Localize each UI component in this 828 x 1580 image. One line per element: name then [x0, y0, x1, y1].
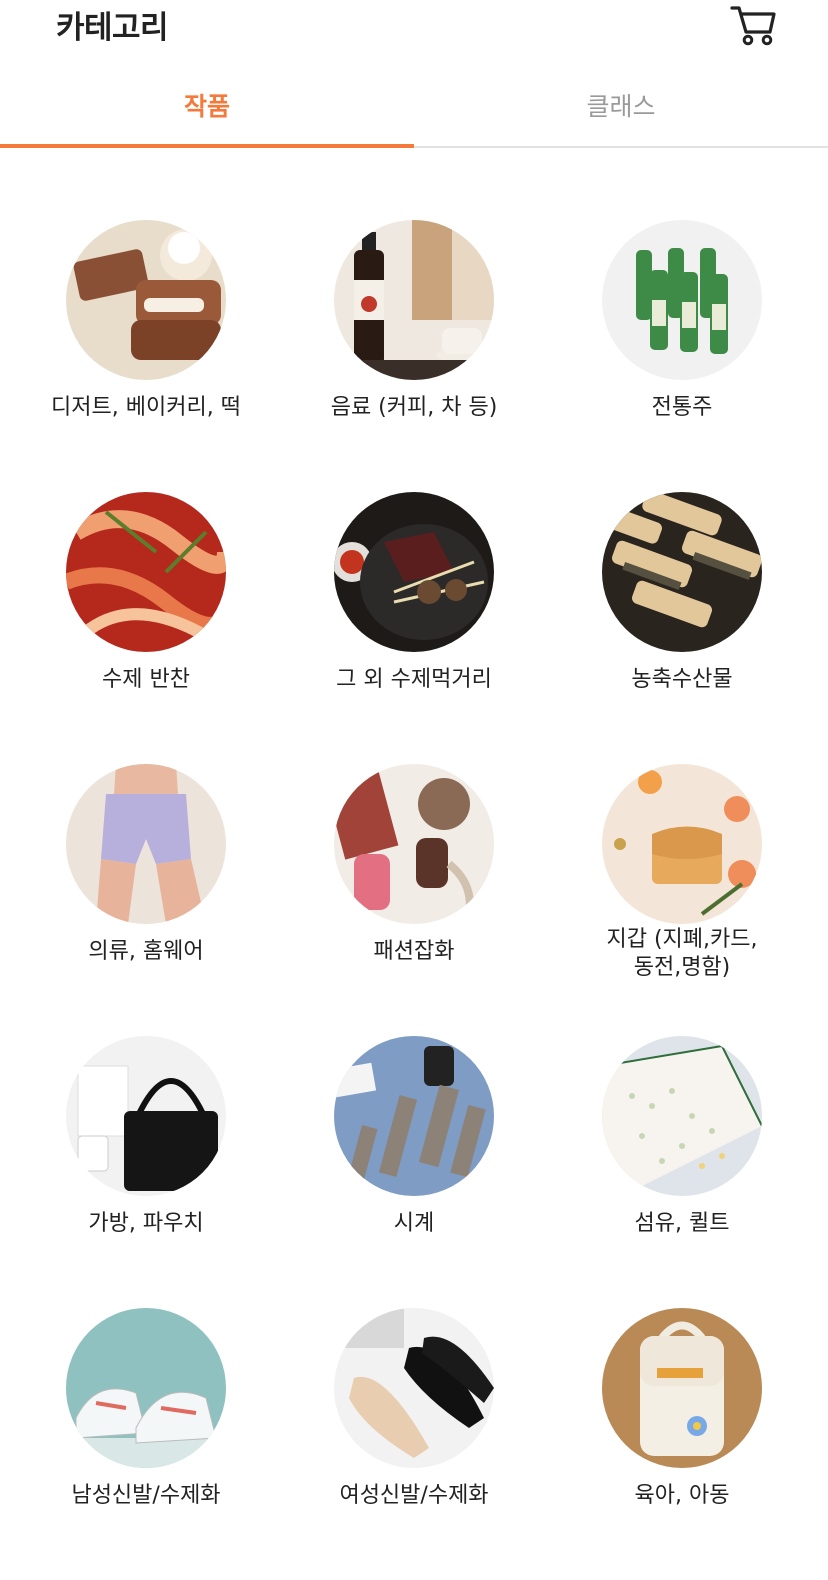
- tab-classes[interactable]: 클래스: [414, 70, 828, 146]
- category-label: 여성신발/수제화: [339, 1483, 489, 1508]
- category-item-mens-shoes[interactable]: 남성신발/수제화: [8, 1308, 284, 1580]
- category-label: 그 외 수제먹거리: [336, 667, 492, 692]
- bag-image: [66, 1036, 226, 1196]
- page-title: 카테고리: [56, 10, 169, 46]
- category-tabs: 작품 클래스: [0, 70, 828, 148]
- mens-shoes-image: [66, 1308, 226, 1468]
- category-label: 의류, 홈웨어: [88, 939, 204, 964]
- category-item-wallet[interactable]: 지갑 (지폐,카드, 동전,명함): [544, 764, 820, 1036]
- farm-fishery-image: [602, 492, 762, 652]
- other-food-image: [334, 492, 494, 652]
- wallet-image: [602, 764, 762, 924]
- category-label: 농축수산물: [631, 667, 733, 692]
- category-label: 육아, 아동: [634, 1483, 730, 1508]
- app-header: 카테고리: [0, 0, 828, 60]
- category-item-watch[interactable]: 시계: [276, 1036, 552, 1308]
- textile-image: [602, 1036, 762, 1196]
- traditional-liquor-image: [602, 220, 762, 380]
- category-item-other-food[interactable]: 그 외 수제먹거리: [276, 492, 552, 764]
- dessert-image: [66, 220, 226, 380]
- clothing-image: [66, 764, 226, 924]
- category-label: 디저트, 베이커리, 떡: [51, 395, 241, 420]
- kids-image: [602, 1308, 762, 1468]
- category-label: 지갑 (지폐,카드, 동전,명함): [606, 927, 758, 980]
- category-item-clothing[interactable]: 의류, 홈웨어: [8, 764, 284, 1036]
- category-item-side-dish[interactable]: 수제 반찬: [8, 492, 284, 764]
- side-dish-image: [66, 492, 226, 652]
- category-item-dessert[interactable]: 디저트, 베이커리, 떡: [8, 220, 284, 492]
- category-item-textile[interactable]: 섬유, 퀼트: [544, 1036, 820, 1308]
- category-label: 가방, 파우치: [88, 1211, 204, 1236]
- category-item-womens-shoes[interactable]: 여성신발/수제화: [276, 1308, 552, 1580]
- cart-button[interactable]: [726, 0, 780, 50]
- womens-shoes-image: [334, 1308, 494, 1468]
- active-tab-indicator: [0, 144, 414, 148]
- category-item-farm-fishery[interactable]: 농축수산물: [544, 492, 820, 764]
- category-item-kids[interactable]: 육아, 아동: [544, 1308, 820, 1580]
- category-label: 남성신발/수제화: [71, 1483, 221, 1508]
- category-label: 시계: [393, 1211, 435, 1236]
- category-item-traditional-liquor[interactable]: 전통주: [544, 220, 820, 492]
- watch-image: [334, 1036, 494, 1196]
- category-item-bag[interactable]: 가방, 파우치: [8, 1036, 284, 1308]
- category-label: 섬유, 퀼트: [634, 1211, 730, 1236]
- fashion-accessory-image: [334, 764, 494, 924]
- category-item-fashion-accessory[interactable]: 패션잡화: [276, 764, 552, 1036]
- category-label: 패션잡화: [373, 939, 455, 964]
- category-item-beverage[interactable]: 음료 (커피, 차 등): [276, 220, 552, 492]
- category-label: 음료 (커피, 차 등): [330, 395, 498, 420]
- beverage-image: [334, 220, 494, 380]
- cart-icon: [730, 6, 776, 46]
- category-label: 수제 반찬: [102, 667, 190, 692]
- category-label: 전통주: [651, 395, 713, 420]
- tab-works[interactable]: 작품: [0, 70, 414, 146]
